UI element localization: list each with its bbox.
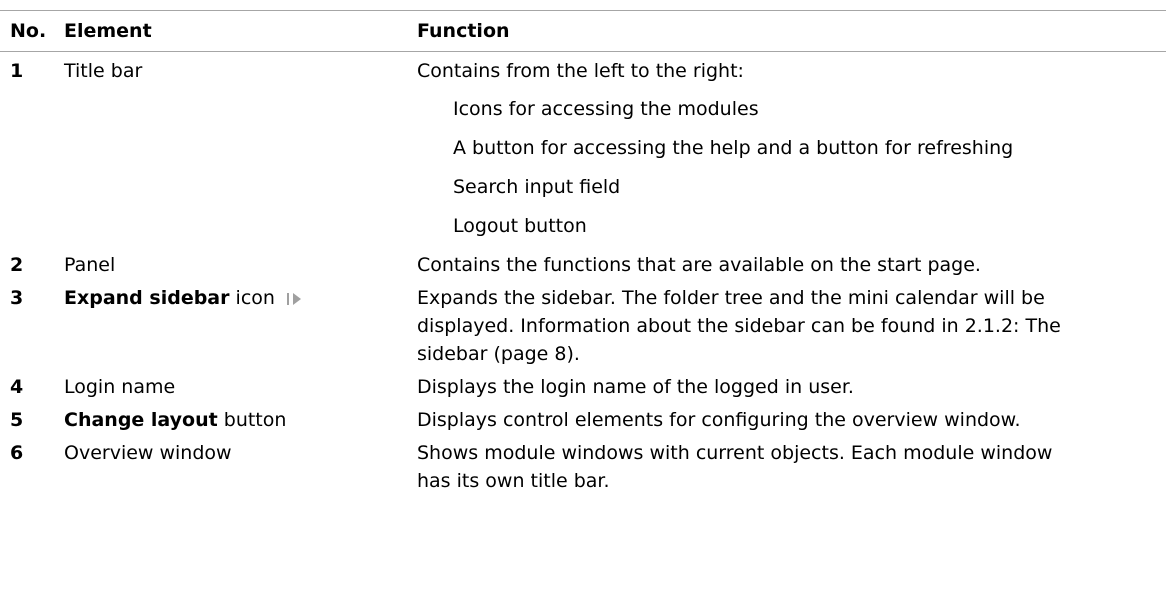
row-number: 3: [10, 287, 24, 309]
row-element-bold: Expand sidebar: [64, 287, 230, 309]
table-top-rule: [0, 10, 1166, 11]
list-item: Search input field: [453, 176, 621, 198]
table-header-row: No. Element Function: [0, 13, 1166, 52]
row-element-rest: button: [217, 409, 287, 431]
row-function: Shows module windows with current object…: [407, 437, 1166, 498]
list-item: Logout button: [453, 215, 587, 237]
list-item: A button for accessing the help and a bu…: [453, 137, 1014, 159]
row-element: Change layout button: [54, 404, 407, 437]
row-function: Displays the login name of the logged in…: [417, 376, 854, 398]
row-number: 2: [10, 254, 24, 276]
row-function-line: Expands the sidebar. The folder tree and…: [417, 287, 1045, 309]
row-element-bold: Change layout: [64, 409, 218, 431]
row-number: 4: [10, 376, 24, 398]
table-row: 1 Title bar Contains from the left to th…: [0, 52, 1166, 250]
row-element-rest: icon: [229, 287, 275, 309]
row-element: Title bar: [64, 60, 143, 82]
header-function: Function: [407, 13, 1166, 52]
row-number: 5: [10, 409, 24, 431]
row-function: Displays control elements for configurin…: [417, 409, 1021, 431]
row-number: 6: [10, 442, 24, 464]
row-function: Expands the sidebar. The folder tree and…: [407, 282, 1166, 371]
row-element: Overview window: [64, 442, 232, 464]
list-item: Icons for accessing the modules: [453, 98, 759, 120]
header-no: No.: [0, 13, 54, 52]
row-function-line: sidebar (page 8).: [417, 343, 580, 365]
table-row: 5 Change layout button Displays control …: [0, 404, 1166, 437]
header-element: Element: [54, 13, 407, 52]
table-row: 3 Expand sidebar icon Expands the sideba…: [0, 282, 1166, 371]
table-row: 2 Panel Contains the functions that are …: [0, 249, 1166, 282]
row-element: Expand sidebar icon: [54, 282, 407, 371]
expand-sidebar-icon: [285, 290, 307, 308]
row-number: 1: [10, 60, 24, 82]
row-element: Panel: [64, 254, 116, 276]
table-row: 6 Overview window Shows module windows w…: [0, 437, 1166, 498]
row-function-line: Shows module windows with current object…: [417, 442, 1053, 464]
row-function: Contains the functions that are availabl…: [417, 254, 981, 276]
table-row: 4 Login name Displays the login name of …: [0, 371, 1166, 404]
row-element: Login name: [64, 376, 176, 398]
reference-table: No. Element Function 1 Title bar Contain…: [0, 13, 1166, 498]
row-function-line: displayed. Information about the sidebar…: [417, 315, 1061, 337]
row-function-text: Contains from the left to the right:: [417, 60, 744, 82]
row-function-line: has its own title bar.: [417, 470, 610, 492]
row-function: Contains from the left to the right: Ico…: [407, 52, 1166, 250]
